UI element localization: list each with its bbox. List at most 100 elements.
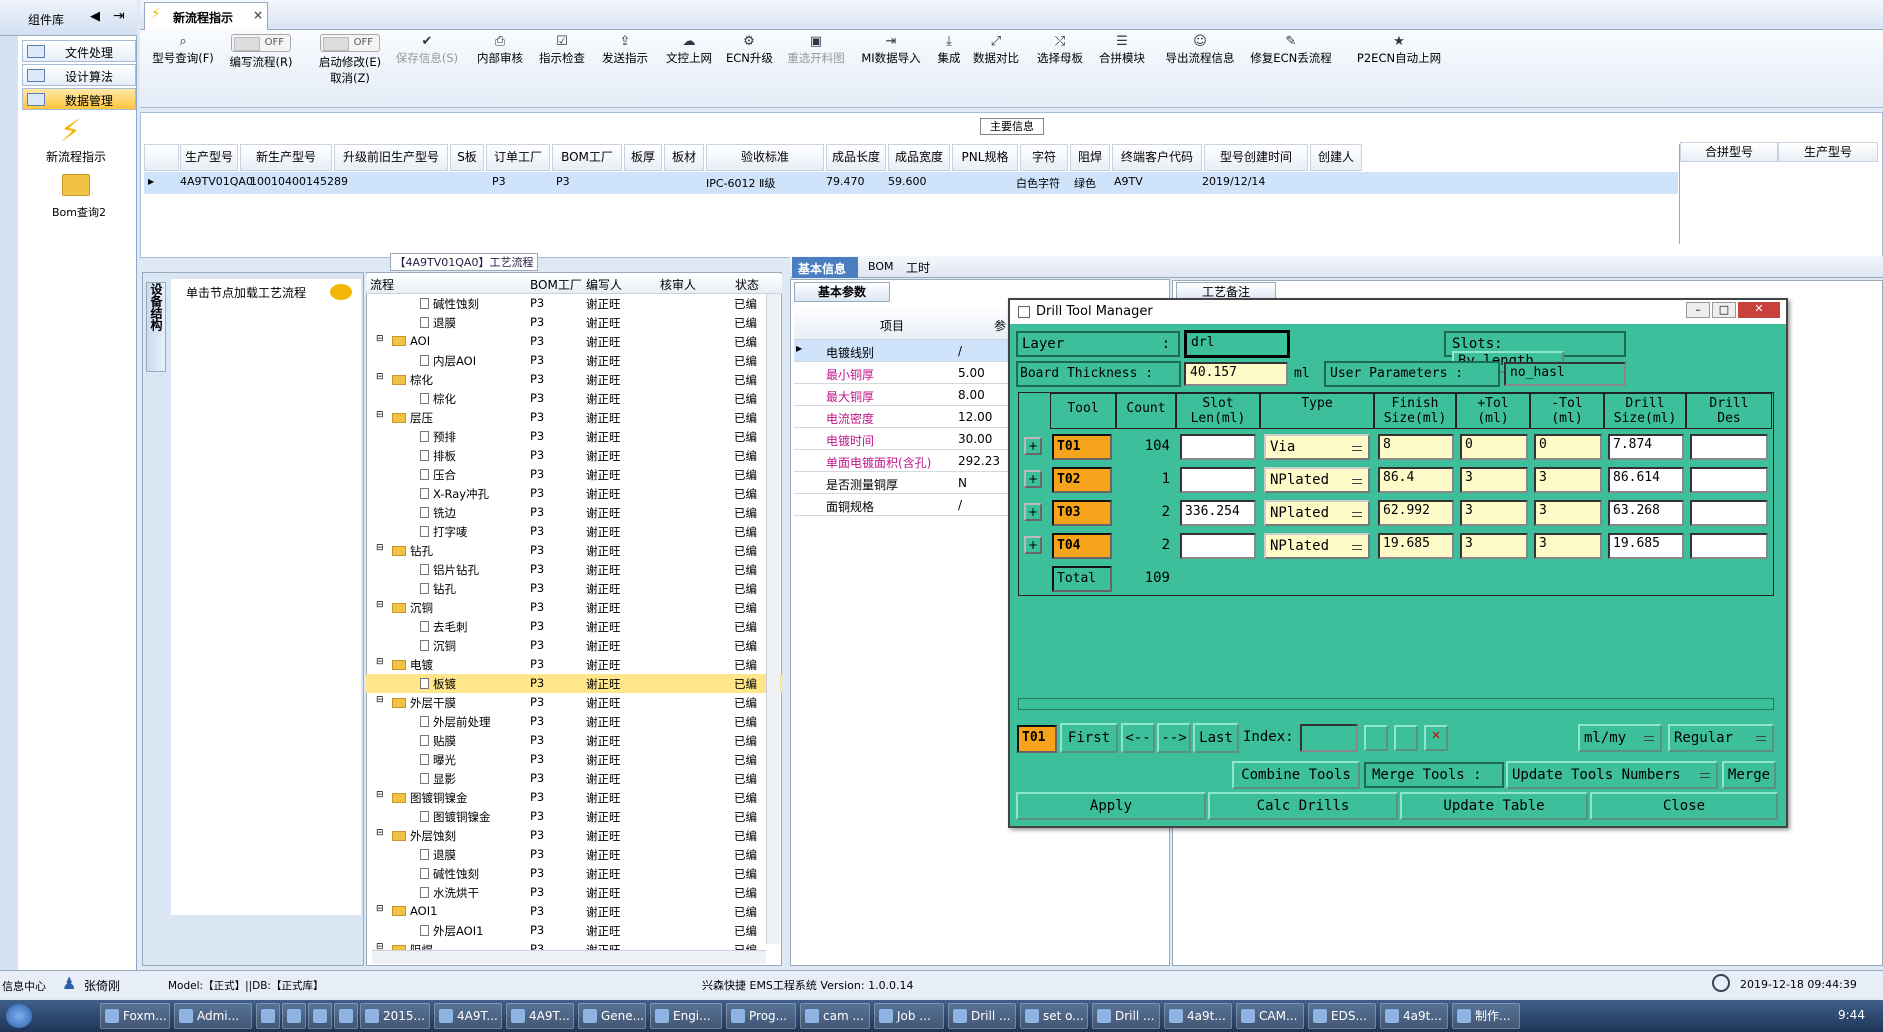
- collapse-left-icon[interactable]: ◀: [90, 9, 100, 24]
- expand-icon[interactable]: ⊟: [376, 334, 384, 344]
- expand-icon[interactable]: ⊟: [376, 600, 384, 610]
- refresh-icon[interactable]: [1394, 725, 1418, 751]
- minimize-icon[interactable]: –: [1686, 302, 1710, 318]
- drill-des-input[interactable]: [1690, 500, 1768, 526]
- maximize-icon[interactable]: □: [1712, 302, 1736, 318]
- slot-length-input[interactable]: [1180, 434, 1256, 460]
- taskbar-item[interactable]: 兴森...: [334, 1003, 358, 1029]
- pin-icon[interactable]: ⇥: [113, 8, 125, 24]
- taskbar-item[interactable]: CAM...: [1236, 1003, 1304, 1029]
- tree-node[interactable]: 钻孔 ⊟ P3 谢正旺 已编: [366, 541, 782, 560]
- drill-des-input[interactable]: [1690, 434, 1768, 460]
- expand-icon[interactable]: ⊟: [376, 695, 384, 705]
- drill-size-input[interactable]: 86.614: [1608, 467, 1684, 493]
- col-header[interactable]: S板: [450, 144, 484, 171]
- taskbar-item[interactable]: Drill ...: [1092, 1003, 1160, 1029]
- next-button[interactable]: -->: [1157, 723, 1191, 753]
- taskbar-item[interactable]: Drill ...: [948, 1003, 1016, 1029]
- tool-type-dropdown[interactable]: Via: [1264, 434, 1370, 460]
- tree-node[interactable]: 外层蚀刻 ⊟ P3 谢正旺 已编: [366, 826, 782, 845]
- minus-tol-input[interactable]: 0: [1534, 434, 1602, 460]
- tree-node[interactable]: 图镀铜镍金 P3 谢正旺 已编: [366, 807, 782, 826]
- taskbar-item[interactable]: Engi...: [650, 1003, 722, 1029]
- user-parameters-input[interactable]: no_hasl: [1504, 362, 1626, 386]
- tree-node[interactable]: 沉铜 P3 谢正旺 已编: [366, 636, 782, 655]
- tree-node[interactable]: 预排 P3 谢正旺 已编: [366, 427, 782, 446]
- tab-basic-info[interactable]: 基本信息: [792, 257, 858, 278]
- merge-mode-dropdown[interactable]: Update Tools Numbers: [1506, 761, 1718, 789]
- ribbon-button-11[interactable]: ⤓ 集成: [934, 34, 964, 104]
- tree-node[interactable]: 显影 P3 谢正旺 已编: [366, 769, 782, 788]
- col-header[interactable]: PNL规格: [952, 144, 1018, 171]
- col-header[interactable]: 型号创建时间: [1204, 144, 1308, 171]
- ribbon-button-7[interactable]: ☁ 文控上网: [662, 34, 716, 104]
- col-header[interactable]: 阻焊: [1070, 144, 1110, 171]
- tree-node[interactable]: X-Ray冲孔 P3 谢正旺 已编: [366, 484, 782, 503]
- slot-length-input[interactable]: [1180, 533, 1256, 559]
- expand-icon[interactable]: ⊟: [376, 657, 384, 667]
- tree-node[interactable]: 打字唛 P3 谢正旺 已编: [366, 522, 782, 541]
- tree-node[interactable]: 外层干膜 ⊟ P3 谢正旺 已编: [366, 693, 782, 712]
- ribbon-button-14[interactable]: ☰ 合拼模块: [1097, 34, 1147, 104]
- tool-id[interactable]: T03: [1052, 500, 1112, 526]
- folder-icon[interactable]: [62, 174, 90, 196]
- drill-size-input[interactable]: 19.685: [1608, 533, 1684, 559]
- tree-node[interactable]: 退膜 P3 谢正旺 已编: [366, 845, 782, 864]
- col-header[interactable]: 终端客户代码: [1112, 144, 1202, 171]
- plus-tol-input[interactable]: 3: [1460, 467, 1528, 493]
- expand-row-icon[interactable]: +: [1024, 503, 1042, 521]
- search-icon[interactable]: [1364, 725, 1388, 751]
- tool-id[interactable]: T02: [1052, 467, 1112, 493]
- drill-des-input[interactable]: [1690, 467, 1768, 493]
- minus-tol-input[interactable]: 3: [1534, 467, 1602, 493]
- tool-id[interactable]: T01: [1052, 434, 1112, 460]
- col-header[interactable]: 新生产型号: [240, 144, 332, 171]
- expand-icon[interactable]: ⊟: [376, 790, 384, 800]
- col-header[interactable]: BOM工厂: [552, 144, 622, 171]
- board-thickness-input[interactable]: 40.157: [1184, 362, 1288, 386]
- finish-size-input[interactable]: 62.992: [1378, 500, 1454, 526]
- tool-type-dropdown[interactable]: NPlated: [1264, 467, 1370, 493]
- layer-field[interactable]: drl: [1184, 330, 1290, 358]
- units-dropdown[interactable]: ml/my: [1578, 724, 1662, 752]
- close-icon[interactable]: ✕: [1738, 302, 1780, 318]
- taskbar-item[interactable]: cam ...: [800, 1003, 870, 1029]
- tree-node[interactable]: 排板 P3 谢正旺 已编: [366, 446, 782, 465]
- tree-node[interactable]: 沉铜 ⊟ P3 谢正旺 已编: [366, 598, 782, 617]
- tab-basic-params[interactable]: 基本参数: [794, 282, 890, 302]
- ribbon-button-15[interactable]: ☺ 导出流程信息: [1160, 34, 1240, 104]
- ribbon-button-0[interactable]: ⌕ 型号查询(F): [150, 34, 216, 104]
- ribbon-button-16[interactable]: ✎ 修复ECN丢流程: [1248, 34, 1334, 104]
- ribbon-button-3[interactable]: ✔ 保存信息(S): [392, 34, 462, 104]
- expand-row-icon[interactable]: +: [1024, 536, 1042, 554]
- tree-node[interactable]: 去毛刺 P3 谢正旺 已编: [366, 617, 782, 636]
- tree-vscrollbar[interactable]: [766, 294, 780, 944]
- index-input[interactable]: [1300, 724, 1358, 752]
- taskbar-item[interactable]: Job ...: [874, 1003, 944, 1029]
- tree-node[interactable]: 电镀 ⊟ P3 谢正旺 已编: [366, 655, 782, 674]
- calc-drills-button[interactable]: Calc Drills: [1208, 792, 1398, 820]
- menu-file-processing[interactable]: 文件处理: [22, 40, 136, 62]
- tree-node[interactable]: 外层前处理 P3 谢正旺 已编: [366, 712, 782, 731]
- update-table-button[interactable]: Update Table: [1400, 792, 1588, 820]
- taskbar-item[interactable]: Gene...: [578, 1003, 646, 1029]
- ribbon-button-5[interactable]: ☑ 指示检查: [536, 34, 588, 104]
- tab-new-flow[interactable]: ⚡ 新流程指示 ×: [144, 2, 268, 30]
- col-header[interactable]: 生产型号: [180, 144, 238, 171]
- last-button[interactable]: Last: [1193, 723, 1239, 753]
- tree-node[interactable]: AOI ⊟ P3 谢正旺 已编: [366, 332, 782, 351]
- col-header[interactable]: 升级前旧生产型号: [334, 144, 448, 171]
- tree-node[interactable]: 退膜 P3 谢正旺 已编: [366, 313, 782, 332]
- taskbar-item[interactable]: 2015...: [360, 1003, 430, 1029]
- toggle-switch[interactable]: OFF: [320, 34, 380, 52]
- close-tab-icon[interactable]: ×: [253, 8, 263, 22]
- col-header[interactable]: 板厚: [624, 144, 662, 171]
- col-header[interactable]: 验收标准: [706, 144, 824, 171]
- expand-row-icon[interactable]: +: [1024, 470, 1042, 488]
- plus-tol-input[interactable]: 0: [1460, 434, 1528, 460]
- tree-node[interactable]: 碱性蚀刻 P3 谢正旺 已编: [366, 864, 782, 883]
- ribbon-button-2[interactable]: OFF 启动修改(E) 取消(Z): [310, 34, 390, 104]
- plus-tol-input[interactable]: 3: [1460, 533, 1528, 559]
- taskbar-item[interactable]: [282, 1003, 306, 1029]
- taskbar-item[interactable]: set o...: [1020, 1003, 1088, 1029]
